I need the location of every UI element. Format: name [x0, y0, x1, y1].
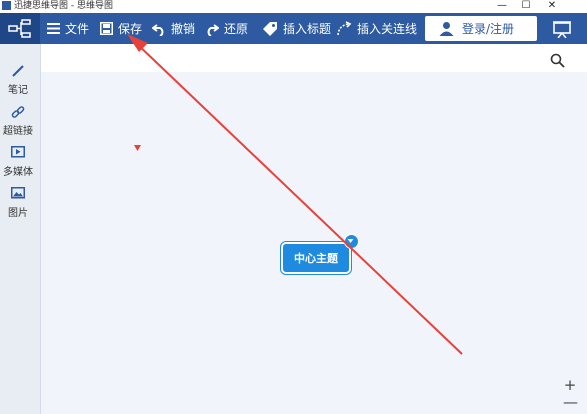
link-icon: [0, 105, 36, 121]
app-icon: [2, 1, 11, 10]
close-button[interactable]: ✕: [540, 0, 564, 13]
presentation-button[interactable]: [537, 13, 587, 44]
main-toolbar: 文件 保存 撤销 还原 插入标题 插入关连线 登录/注册: [0, 13, 587, 44]
sidebar-item-hyperlink[interactable]: 超链接: [0, 105, 36, 137]
mindmap-logo-icon[interactable]: [0, 13, 40, 44]
node-collapse-toggle-icon[interactable]: [344, 234, 359, 249]
file-label: 文件: [65, 22, 90, 36]
sidebar-item-label: 超链接: [3, 126, 33, 137]
sidebar-item-image[interactable]: 图片: [0, 187, 36, 219]
sidebar-item-multimedia[interactable]: 多媒体: [0, 146, 36, 178]
left-sidebar: 笔记 超链接 多媒体 图片: [0, 44, 41, 414]
red-marker-icon: [134, 145, 141, 151]
maximize-button[interactable]: ☐: [514, 0, 538, 13]
undo-button[interactable]: 撤销: [152, 13, 195, 44]
sidebar-item-label: 多媒体: [3, 167, 33, 178]
redo-icon: [205, 22, 219, 36]
sidebar-item-label: 图片: [8, 208, 28, 219]
login-register-button[interactable]: 登录/注册: [425, 16, 537, 41]
insert-title-label: 插入标题: [283, 22, 332, 36]
canvas-header: [41, 44, 587, 72]
save-icon: [100, 22, 113, 35]
pen-icon: [0, 64, 36, 80]
central-topic-label: 中心主题: [294, 252, 338, 265]
central-topic-node[interactable]: 中心主题: [281, 242, 351, 274]
save-label: 保存: [118, 22, 143, 36]
undo-icon: [152, 22, 166, 36]
presentation-icon: [553, 20, 571, 38]
insert-link-line-button[interactable]: 插入关连线: [336, 13, 417, 44]
minimize-button[interactable]: —: [490, 0, 514, 13]
title-bar: 迅捷思维导图 - 思维导图 — ☐ ✕: [0, 0, 587, 13]
tag-icon: [262, 21, 278, 37]
sidebar-item-label: 笔记: [8, 85, 28, 96]
hamburger-icon: [47, 23, 60, 34]
sidebar-item-notes[interactable]: 笔记: [0, 64, 36, 96]
login-label: 登录/注册: [462, 22, 515, 36]
search-icon[interactable]: [550, 53, 565, 68]
file-menu-button[interactable]: 文件: [47, 13, 89, 44]
zoom-in-button[interactable]: +: [563, 378, 577, 393]
save-button[interactable]: 保存: [100, 13, 142, 44]
insert-link-line-label: 插入关连线: [357, 22, 418, 36]
connector-icon: [336, 20, 352, 37]
redo-label: 还原: [224, 22, 249, 36]
window-title: 迅捷思维导图 - 思维导图: [14, 1, 113, 11]
video-icon: [0, 146, 36, 162]
insert-title-button[interactable]: 插入标题: [262, 13, 331, 44]
redo-button[interactable]: 还原: [205, 13, 248, 44]
image-icon: [0, 187, 36, 203]
user-icon: [439, 21, 454, 36]
zoom-out-button[interactable]: —: [563, 395, 578, 410]
undo-label: 撤销: [171, 22, 196, 36]
